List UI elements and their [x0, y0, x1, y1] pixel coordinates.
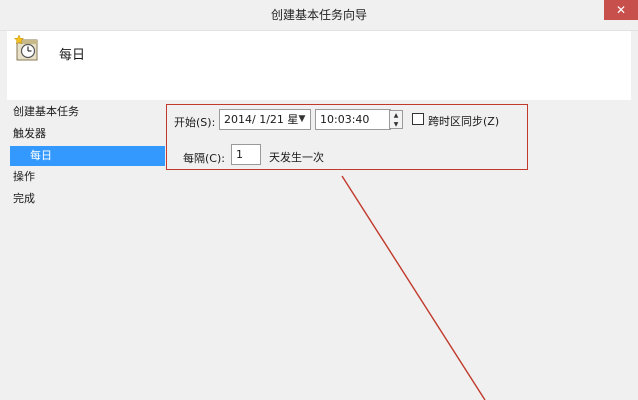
start-time-value: 10:03:40: [320, 113, 370, 126]
sync-timezone-checkbox[interactable]: [412, 113, 424, 125]
page-title: 每日: [59, 48, 86, 63]
wizard-nav: 创建基本任务 触发器 每日 操作 完成: [7, 100, 165, 400]
title-bar: 创建基本任务向导 ✕: [0, 0, 638, 31]
nav-item-create-basic-task[interactable]: 创建基本任务: [7, 102, 165, 122]
interval-input[interactable]: 1: [231, 144, 261, 165]
close-icon: ✕: [615, 3, 627, 17]
start-label: 开始(S):: [174, 116, 216, 129]
wizard-header: 每日: [7, 31, 631, 100]
nav-item-finish[interactable]: 完成: [7, 189, 165, 209]
start-date-value: 2014/ 1/21 星: [224, 113, 299, 126]
spin-down-icon[interactable]: ▼: [390, 120, 402, 129]
interval-value: 1: [236, 148, 243, 161]
chevron-down-icon: ▼: [298, 114, 306, 124]
window-title: 创建基本任务向导: [270, 8, 367, 22]
nav-item-daily[interactable]: 每日: [10, 146, 165, 166]
close-button[interactable]: ✕: [604, 0, 638, 20]
sync-timezone-label: 跨时区同步(Z): [428, 115, 500, 128]
interval-suffix: 天发生一次: [269, 151, 324, 164]
interval-label: 每隔(C):: [183, 152, 225, 165]
calendar-clock-icon: [13, 34, 38, 61]
trigger-settings-panel: 开始(S): 2014/ 1/21 星 ▼ 10:03:40 ▲ ▼ 跨时区同步…: [165, 100, 638, 400]
nav-item-trigger[interactable]: 触发器: [7, 124, 165, 144]
start-date-picker[interactable]: 2014/ 1/21 星 ▼: [219, 109, 311, 130]
time-spinner[interactable]: ▲ ▼: [389, 110, 403, 129]
spin-up-icon[interactable]: ▲: [390, 111, 402, 120]
start-time-field[interactable]: 10:03:40: [315, 109, 391, 130]
nav-item-action[interactable]: 操作: [7, 167, 165, 187]
